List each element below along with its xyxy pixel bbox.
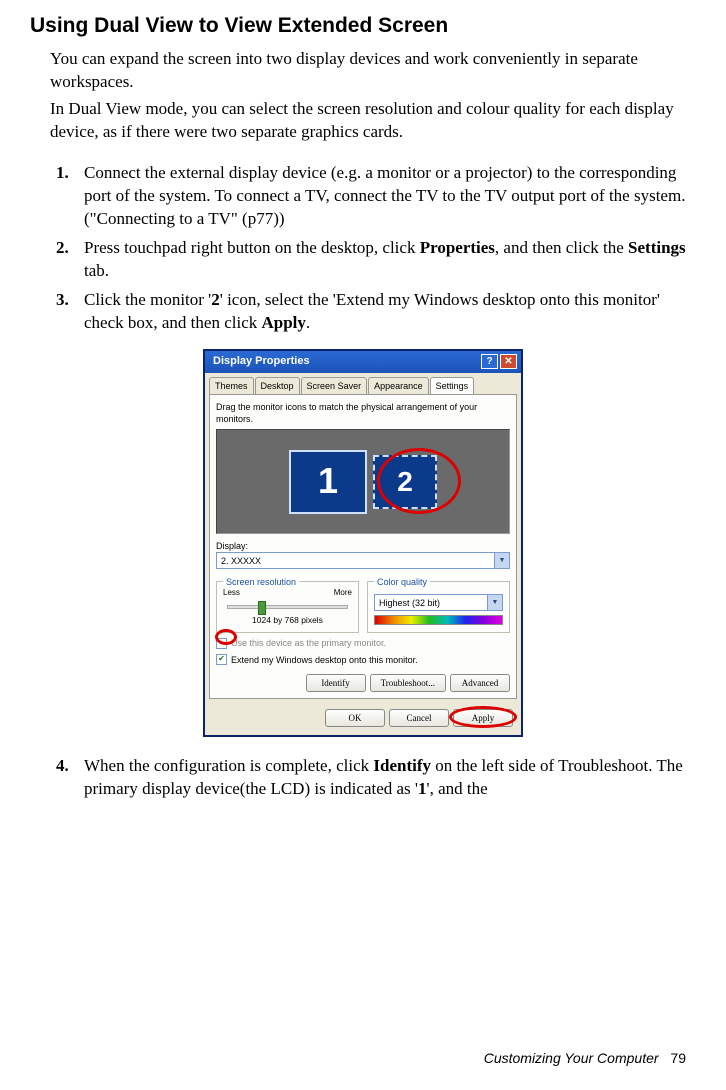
- advanced-button[interactable]: Advanced: [450, 674, 510, 692]
- bold-2: 2: [211, 290, 220, 309]
- display-properties-dialog: Display Properties ? ✕ Themes Desktop Sc…: [203, 349, 523, 737]
- step-4: 4. When the configuration is complete, c…: [56, 755, 686, 801]
- help-icon[interactable]: ?: [481, 354, 498, 369]
- display-dropdown[interactable]: 2. XXXXX ▼: [216, 552, 510, 569]
- step-body: Connect the external display device (e.g…: [84, 162, 686, 231]
- ok-button[interactable]: OK: [325, 709, 385, 727]
- tab-settings[interactable]: Settings: [430, 377, 475, 394]
- tab-themes[interactable]: Themes: [209, 377, 254, 394]
- page-title: Using Dual View to View Extended Screen: [30, 12, 686, 40]
- drag-hint: Drag the monitor icons to match the phys…: [216, 401, 510, 425]
- text: , and then click the: [495, 238, 628, 257]
- text: ', and the: [427, 779, 488, 798]
- extend-label: Extend my Windows desktop onto this moni…: [231, 654, 418, 666]
- step-2: 2. Press touchpad right button on the de…: [56, 237, 686, 283]
- bold-settings: Settings: [628, 238, 686, 257]
- resolution-slider[interactable]: [227, 605, 348, 609]
- more-label: More: [334, 588, 352, 599]
- resolution-legend: Screen resolution: [223, 576, 299, 588]
- window-title: Display Properties: [213, 354, 310, 369]
- text: Press touchpad right button on the deskt…: [84, 238, 420, 257]
- text: When the configuration is complete, clic…: [84, 756, 373, 775]
- step-num: 1.: [56, 162, 84, 231]
- bold-properties: Properties: [420, 238, 495, 257]
- footer-section: Customizing Your Computer: [484, 1050, 659, 1066]
- text: .: [306, 313, 310, 332]
- monitor-1-icon[interactable]: 1: [289, 450, 367, 514]
- step-1: 1. Connect the external display device (…: [56, 162, 686, 231]
- step-3: 3. Click the monitor '2' icon, select th…: [56, 289, 686, 335]
- step-body: Click the monitor '2' icon, select the '…: [84, 289, 686, 335]
- intro-block: You can expand the screen into two displ…: [40, 48, 686, 144]
- step-body: Press touchpad right button on the deskt…: [84, 237, 686, 283]
- settings-panel: Drag the monitor icons to match the phys…: [209, 394, 517, 699]
- bold-apply: Apply: [262, 313, 306, 332]
- display-value: 2. XXXXX: [221, 555, 261, 567]
- identify-button[interactable]: Identify: [306, 674, 366, 692]
- tabs: Themes Desktop Screen Saver Appearance S…: [205, 373, 521, 394]
- cancel-button[interactable]: Cancel: [389, 709, 449, 727]
- tab-screensaver[interactable]: Screen Saver: [301, 377, 368, 394]
- primary-label: Use this device as the primary monitor.: [231, 637, 386, 649]
- bold-1: 1: [418, 779, 427, 798]
- color-quality-group: Color quality Highest (32 bit) ▼: [367, 581, 510, 633]
- color-quality-value: Highest (32 bit): [379, 597, 440, 609]
- text: Click the monitor ': [84, 290, 211, 309]
- text: tab.: [84, 261, 109, 280]
- chevron-down-icon[interactable]: ▼: [494, 553, 509, 568]
- resolution-value: 1024 by 768 pixels: [223, 615, 352, 626]
- steps-list: 1. Connect the external display device (…: [56, 162, 686, 335]
- color-quality-dropdown[interactable]: Highest (32 bit) ▼: [374, 594, 503, 611]
- dialog-bottom-buttons: OK Cancel Apply: [205, 703, 521, 735]
- tab-desktop[interactable]: Desktop: [255, 377, 300, 394]
- extend-desktop-checkbox-row[interactable]: ✔ Extend my Windows desktop onto this mo…: [216, 654, 510, 666]
- colorquality-legend: Color quality: [374, 576, 430, 588]
- close-icon[interactable]: ✕: [500, 354, 517, 369]
- troubleshoot-button[interactable]: Troubleshoot...: [370, 674, 446, 692]
- step-body: When the configuration is complete, clic…: [84, 755, 686, 801]
- screen-resolution-group: Screen resolution Less More 1024 by 768 …: [216, 581, 359, 633]
- checkbox-extend[interactable]: ✔: [216, 654, 227, 665]
- monitor-2-icon[interactable]: 2: [373, 455, 437, 509]
- slider-thumb[interactable]: [258, 601, 266, 615]
- chevron-down-icon[interactable]: ▼: [487, 595, 502, 610]
- titlebar[interactable]: Display Properties ? ✕: [205, 351, 521, 373]
- less-label: Less: [223, 588, 240, 599]
- step-num: 2.: [56, 237, 84, 283]
- tab-appearance[interactable]: Appearance: [368, 377, 429, 394]
- primary-monitor-checkbox-row: Use this device as the primary monitor.: [216, 637, 510, 649]
- intro-p1: You can expand the screen into two displ…: [50, 48, 686, 94]
- step-num: 3.: [56, 289, 84, 335]
- step-num: 4.: [56, 755, 84, 801]
- steps-list-cont: 4. When the configuration is complete, c…: [56, 755, 686, 801]
- page-number: 79: [670, 1050, 686, 1066]
- apply-button[interactable]: Apply: [453, 709, 513, 727]
- dialog-figure: Display Properties ? ✕ Themes Desktop Sc…: [40, 349, 686, 737]
- display-label: Display:: [216, 540, 510, 552]
- checkbox-primary: [216, 638, 227, 649]
- color-preview: [374, 615, 503, 625]
- monitor-arrangement[interactable]: 1 2: [216, 429, 510, 534]
- bold-identify: Identify: [373, 756, 431, 775]
- intro-p2: In Dual View mode, you can select the sc…: [50, 98, 686, 144]
- page-footer: Customizing Your Computer 79: [484, 1049, 686, 1068]
